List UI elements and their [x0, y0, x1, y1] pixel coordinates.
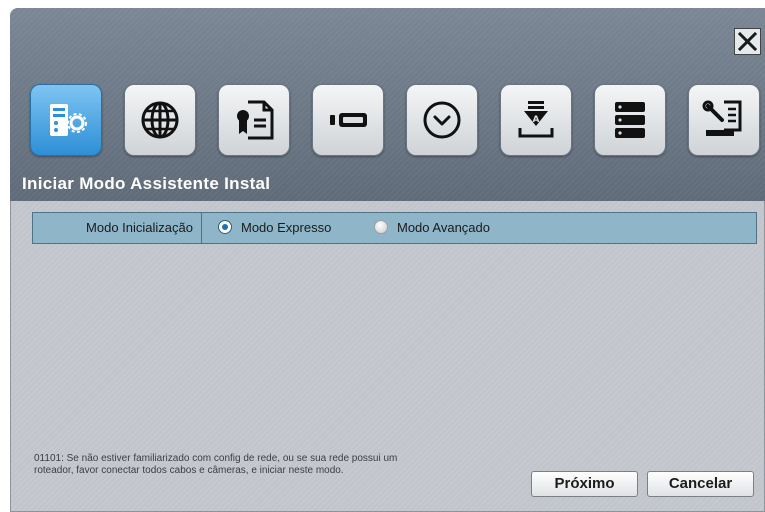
tools-settings-icon: [702, 100, 742, 136]
tab-storage-server[interactable]: [594, 84, 666, 156]
advanced-mode-label[interactable]: Modo Avançado: [397, 213, 490, 243]
advanced-mode-radio[interactable]: [374, 220, 388, 234]
tab-storage[interactable]: [312, 84, 384, 156]
server-rack-icon: [615, 102, 645, 138]
install-wizard-dialog: A Iniciar Modo Assistente Instal Modo In…: [10, 8, 765, 512]
tab-startup-mode[interactable]: [30, 84, 102, 156]
certificate-document-icon: [237, 100, 274, 140]
help-hint-text: 01101: Se não estiver familiarizado com …: [34, 453, 398, 476]
tab-tools[interactable]: [688, 84, 760, 156]
close-icon: [738, 32, 757, 51]
cancel-button[interactable]: Cancelar: [647, 471, 754, 497]
wizard-header: A Iniciar Modo Assistente Instal: [10, 8, 765, 201]
express-mode-radio[interactable]: [218, 220, 232, 234]
close-button[interactable]: [734, 28, 761, 55]
startup-mode-label: Modo Inicialização: [33, 213, 202, 243]
express-mode-label[interactable]: Modo Expresso: [241, 213, 331, 243]
tab-time[interactable]: [406, 84, 478, 156]
network-icon: [141, 101, 179, 139]
tab-install[interactable]: A: [500, 84, 572, 156]
tab-certificate[interactable]: [218, 84, 290, 156]
install-download-icon: A: [518, 101, 554, 138]
next-button[interactable]: Próximo: [531, 471, 638, 497]
startup-mode-row: Modo Inicialização Modo Expresso Modo Av…: [32, 212, 757, 244]
clock-icon: [423, 101, 461, 139]
storage-device-icon: [330, 113, 367, 127]
page-title: Iniciar Modo Assistente Instal: [22, 174, 271, 193]
svg-text:A: A: [533, 115, 540, 125]
startup-mode-icon: [50, 104, 87, 136]
tab-network[interactable]: [124, 84, 196, 156]
